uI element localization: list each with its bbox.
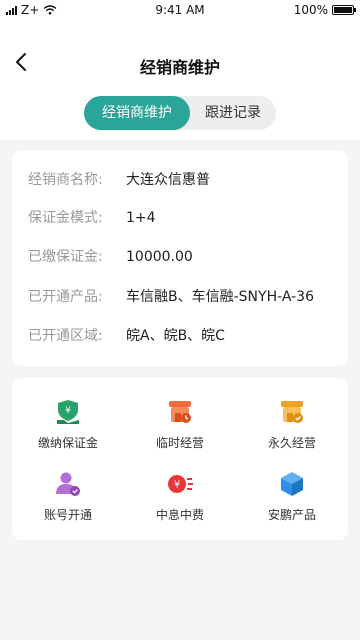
- temporary-shop-icon: [169, 401, 191, 423]
- info-label: 已缴保证金:: [28, 249, 103, 265]
- action-label: 临时经营: [155, 436, 204, 450]
- svg-text:¥: ¥: [174, 480, 180, 491]
- action-permanent-business[interactable]: 永久经营: [236, 398, 348, 451]
- action-temporary-business[interactable]: 临时经营: [124, 398, 236, 451]
- info-value: 大连众信惠普: [126, 172, 210, 188]
- info-value: 10000.00: [126, 249, 193, 265]
- info-row-deposit-mode: 保证金模式: 1+4: [28, 208, 156, 228]
- battery-icon: [332, 5, 356, 15]
- action-pay-deposit[interactable]: ¥ 缴纳保证金: [12, 398, 124, 451]
- action-label: 安鹏产品: [267, 508, 316, 522]
- battery-fill: [334, 7, 352, 13]
- svg-text:¥: ¥: [65, 406, 71, 416]
- cube-product-icon: [281, 472, 303, 496]
- action-label: 账号开通: [43, 508, 92, 522]
- tab-follow-up-records[interactable]: 跟进记录: [190, 96, 276, 130]
- info-label: 已开通区域:: [28, 328, 103, 344]
- action-label: 缴纳保证金: [37, 436, 98, 450]
- deposit-shield-icon: ¥: [57, 400, 79, 424]
- interest-fee-icon: ¥: [168, 475, 193, 493]
- info-row-regions: 已开通区域: 皖A、皖B、皖C: [28, 326, 225, 346]
- action-interest-fee[interactable]: ¥ 中息中费: [124, 470, 236, 523]
- user-account-icon: [56, 472, 80, 496]
- info-label: 经销商名称:: [28, 172, 103, 188]
- action-label: 中息中费: [155, 508, 204, 522]
- status-right: 100%: [293, 3, 356, 17]
- action-label: 永久经营: [267, 436, 316, 450]
- status-bar: Z+ 9:41 AM 100%: [0, 0, 360, 20]
- tab-switcher: 经销商维护 跟进记录: [84, 96, 276, 130]
- info-value: 车信融B、车信融-SNYH-A-36: [126, 289, 314, 305]
- permanent-shop-icon: [281, 401, 303, 423]
- action-anpeng-products[interactable]: 安鹏产品: [236, 470, 348, 523]
- tab-dealer-maintenance[interactable]: 经销商维护: [84, 96, 190, 130]
- info-row-dealer-name: 经销商名称: 大连众信惠普: [28, 170, 210, 190]
- page-title: 经销商维护: [139, 58, 220, 77]
- info-value: 皖A、皖B、皖C: [126, 328, 225, 344]
- info-value: 1+4: [126, 210, 156, 226]
- battery-percent: 100%: [293, 3, 328, 17]
- dealer-info-card: 经销商名称: 大连众信惠普 保证金模式: 1+4 已缴保证金: 10000.00 已开…: [12, 150, 348, 366]
- info-label: 已开通产品:: [28, 289, 103, 305]
- info-row-products: 已开通产品: 车信融B、车信融-SNYH-A-36: [28, 287, 314, 307]
- action-open-account[interactable]: 账号开通: [12, 470, 124, 523]
- info-row-paid-deposit: 已缴保证金: 10000.00: [28, 247, 193, 267]
- info-label: 保证金模式:: [28, 210, 103, 226]
- action-grid: ¥ 缴纳保证金 临时经营 永久经营 账号开通 ¥ 中息中费 安鹏产品: [12, 378, 348, 540]
